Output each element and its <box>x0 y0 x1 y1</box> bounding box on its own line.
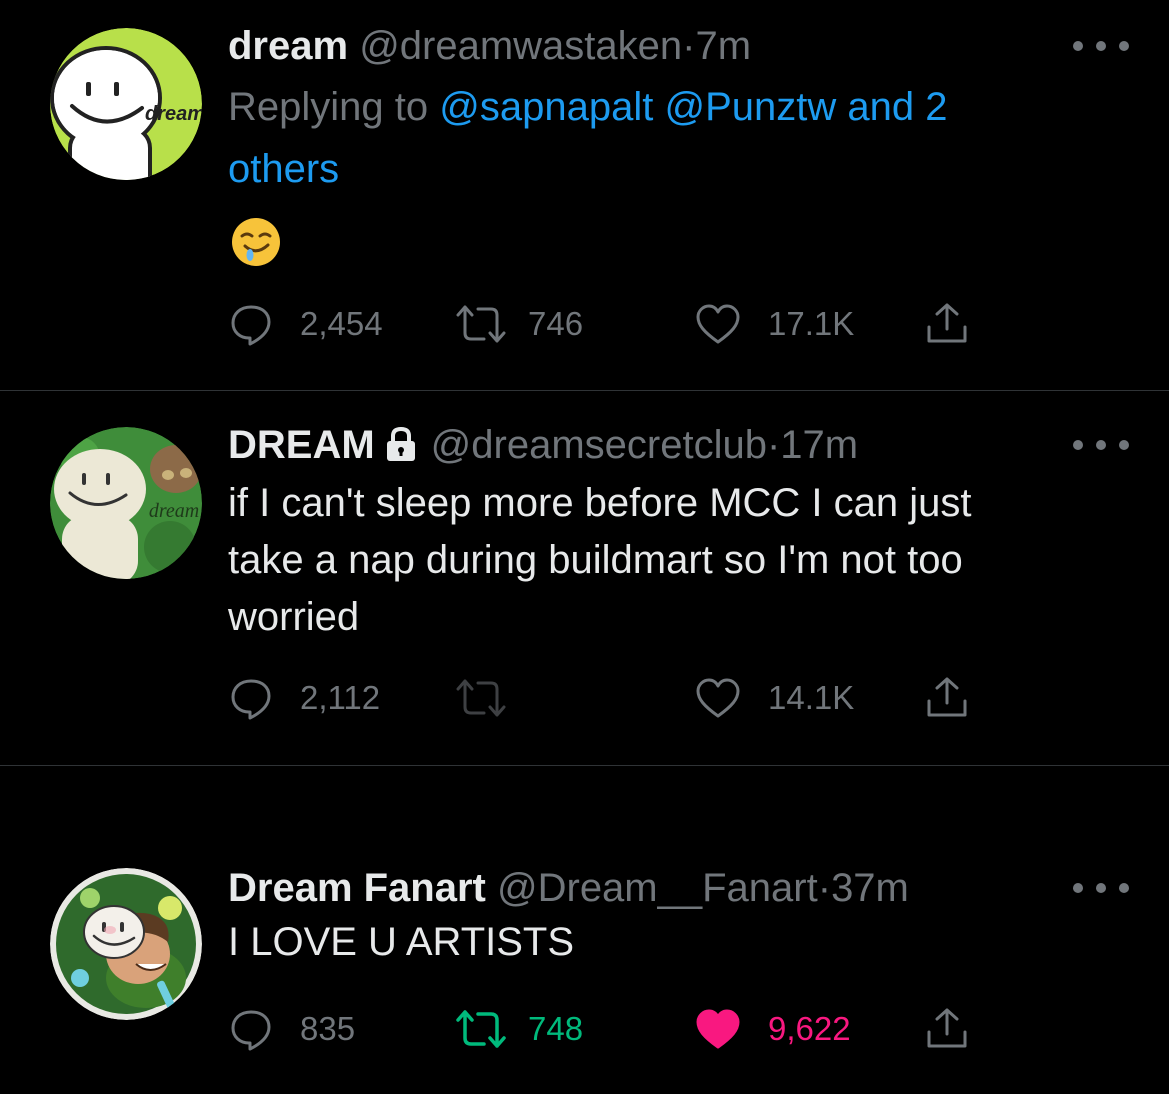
avatar-dreamsecretclub-label: dream <box>149 500 199 522</box>
share-icon <box>927 1008 967 1048</box>
tweet-1[interactable]: dream dream @dreamwastaken·7m Replying t… <box>0 0 1169 390</box>
tweet-text: if I can't sleep more before MCC I can j… <box>228 475 1079 646</box>
retweet-button[interactable] <box>452 670 536 726</box>
drooling-face-emoji <box>232 218 280 266</box>
reply-icon <box>231 1010 271 1051</box>
retweet-icon <box>456 305 506 343</box>
share-button[interactable] <box>924 296 970 352</box>
tweet-timestamp[interactable]: 7m <box>695 24 751 68</box>
more-options-icon[interactable] <box>1073 868 1129 908</box>
fanart-avatar-image <box>50 868 202 1020</box>
user-handle[interactable]: @dreamwastaken <box>359 24 682 68</box>
like-button[interactable]: 17.1K <box>694 296 854 352</box>
share-icon <box>927 303 967 343</box>
retweet-icon <box>456 1010 506 1048</box>
like-count: 17.1K <box>768 305 855 342</box>
tweet-header: Dream Fanart @Dream__Fanart·37m <box>228 864 1079 912</box>
tweet-timestamp[interactable]: 37m <box>831 866 909 910</box>
tweet-actions: 2,112 14.1K <box>228 670 988 726</box>
retweet-icon <box>456 679 506 717</box>
replying-to-label: Replying to <box>228 85 429 129</box>
tweet-actions: 2,454 746 17.1K <box>228 296 988 352</box>
tweet-text-line-1: if I can't sleep more before MCC I can j… <box>228 481 972 525</box>
mention-others[interactable]: others <box>228 147 339 191</box>
display-name[interactable]: dream <box>228 24 348 68</box>
share-icon <box>927 677 967 717</box>
reply-icon <box>231 305 271 346</box>
share-button[interactable] <box>924 670 970 726</box>
retweet-count: 748 <box>528 1010 584 1047</box>
heart-icon <box>696 1009 740 1049</box>
display-name[interactable]: Dream Fanart <box>228 866 486 910</box>
reply-button[interactable]: 2,454 <box>228 296 383 352</box>
tweet-timestamp[interactable]: 17m <box>780 423 858 467</box>
like-button[interactable]: 9,622 <box>694 1001 851 1057</box>
dream-face-avatar-image: dream <box>50 28 202 180</box>
user-handle[interactable]: @Dream__Fanart <box>497 866 818 910</box>
mention-punztw[interactable]: @Punztw <box>664 85 836 129</box>
tweet-3[interactable]: Dream Fanart @Dream__Fanart·37m I LOVE U… <box>0 766 1169 1094</box>
tweet-text: I LOVE U ARTISTS <box>228 920 575 964</box>
display-name[interactable]: DREAM <box>228 423 375 467</box>
reply-count: 835 <box>300 1010 356 1047</box>
separator-dot: · <box>766 423 781 467</box>
mention-sapnapalt[interactable]: @sapnapalt <box>439 85 653 129</box>
tweet-header: dream @dreamwastaken·7m <box>228 22 1079 70</box>
share-button[interactable] <box>924 1001 970 1057</box>
retweet-button[interactable]: 746 <box>452 296 583 352</box>
replying-to: Replying to @sapnapalt @Punztw and 2 oth… <box>228 76 1079 200</box>
reply-count: 2,112 <box>300 679 381 716</box>
heart-icon <box>696 678 740 718</box>
like-button[interactable]: 14.1K <box>694 670 854 726</box>
reply-button[interactable]: 835 <box>228 1001 355 1057</box>
tweet-emoji <box>228 214 284 270</box>
tweet-2[interactable]: dream DREAM @dreamsecretclub·17m if I ca… <box>0 391 1169 765</box>
lock-icon <box>386 426 415 461</box>
reply-icon <box>231 679 271 720</box>
user-handle[interactable]: @dreamsecretclub <box>431 423 767 467</box>
reply-count: 2,454 <box>300 305 383 342</box>
avatar-dreamsecretclub[interactable]: dream <box>50 427 202 579</box>
like-count: 14.1K <box>768 679 855 716</box>
separator-dot: · <box>682 24 696 68</box>
tweet-text-line-2: take a nap during buildmart so I'm not t… <box>228 538 963 582</box>
retweet-button[interactable]: 748 <box>452 1001 583 1057</box>
tweet-text-line-3: worried <box>228 595 360 639</box>
tweet-header: DREAM @dreamsecretclub·17m <box>228 421 1079 469</box>
retweet-count: 746 <box>528 305 584 342</box>
reply-button[interactable]: 2,112 <box>228 670 380 726</box>
tweet-actions: 835 748 9,622 <box>228 1001 988 1057</box>
avatar-dream-fanart[interactable] <box>50 868 202 1020</box>
like-count: 9,622 <box>768 1010 851 1047</box>
avatar-dream[interactable]: dream <box>50 28 202 180</box>
mention-and-more[interactable]: and 2 <box>847 85 947 129</box>
avatar-dream-label: dream <box>145 103 202 125</box>
heart-icon <box>696 304 740 344</box>
more-options-icon[interactable] <box>1073 26 1129 66</box>
dream-plush-avatar-image: dream <box>50 427 202 579</box>
more-options-icon[interactable] <box>1073 425 1129 465</box>
separator-dot: · <box>817 866 832 910</box>
